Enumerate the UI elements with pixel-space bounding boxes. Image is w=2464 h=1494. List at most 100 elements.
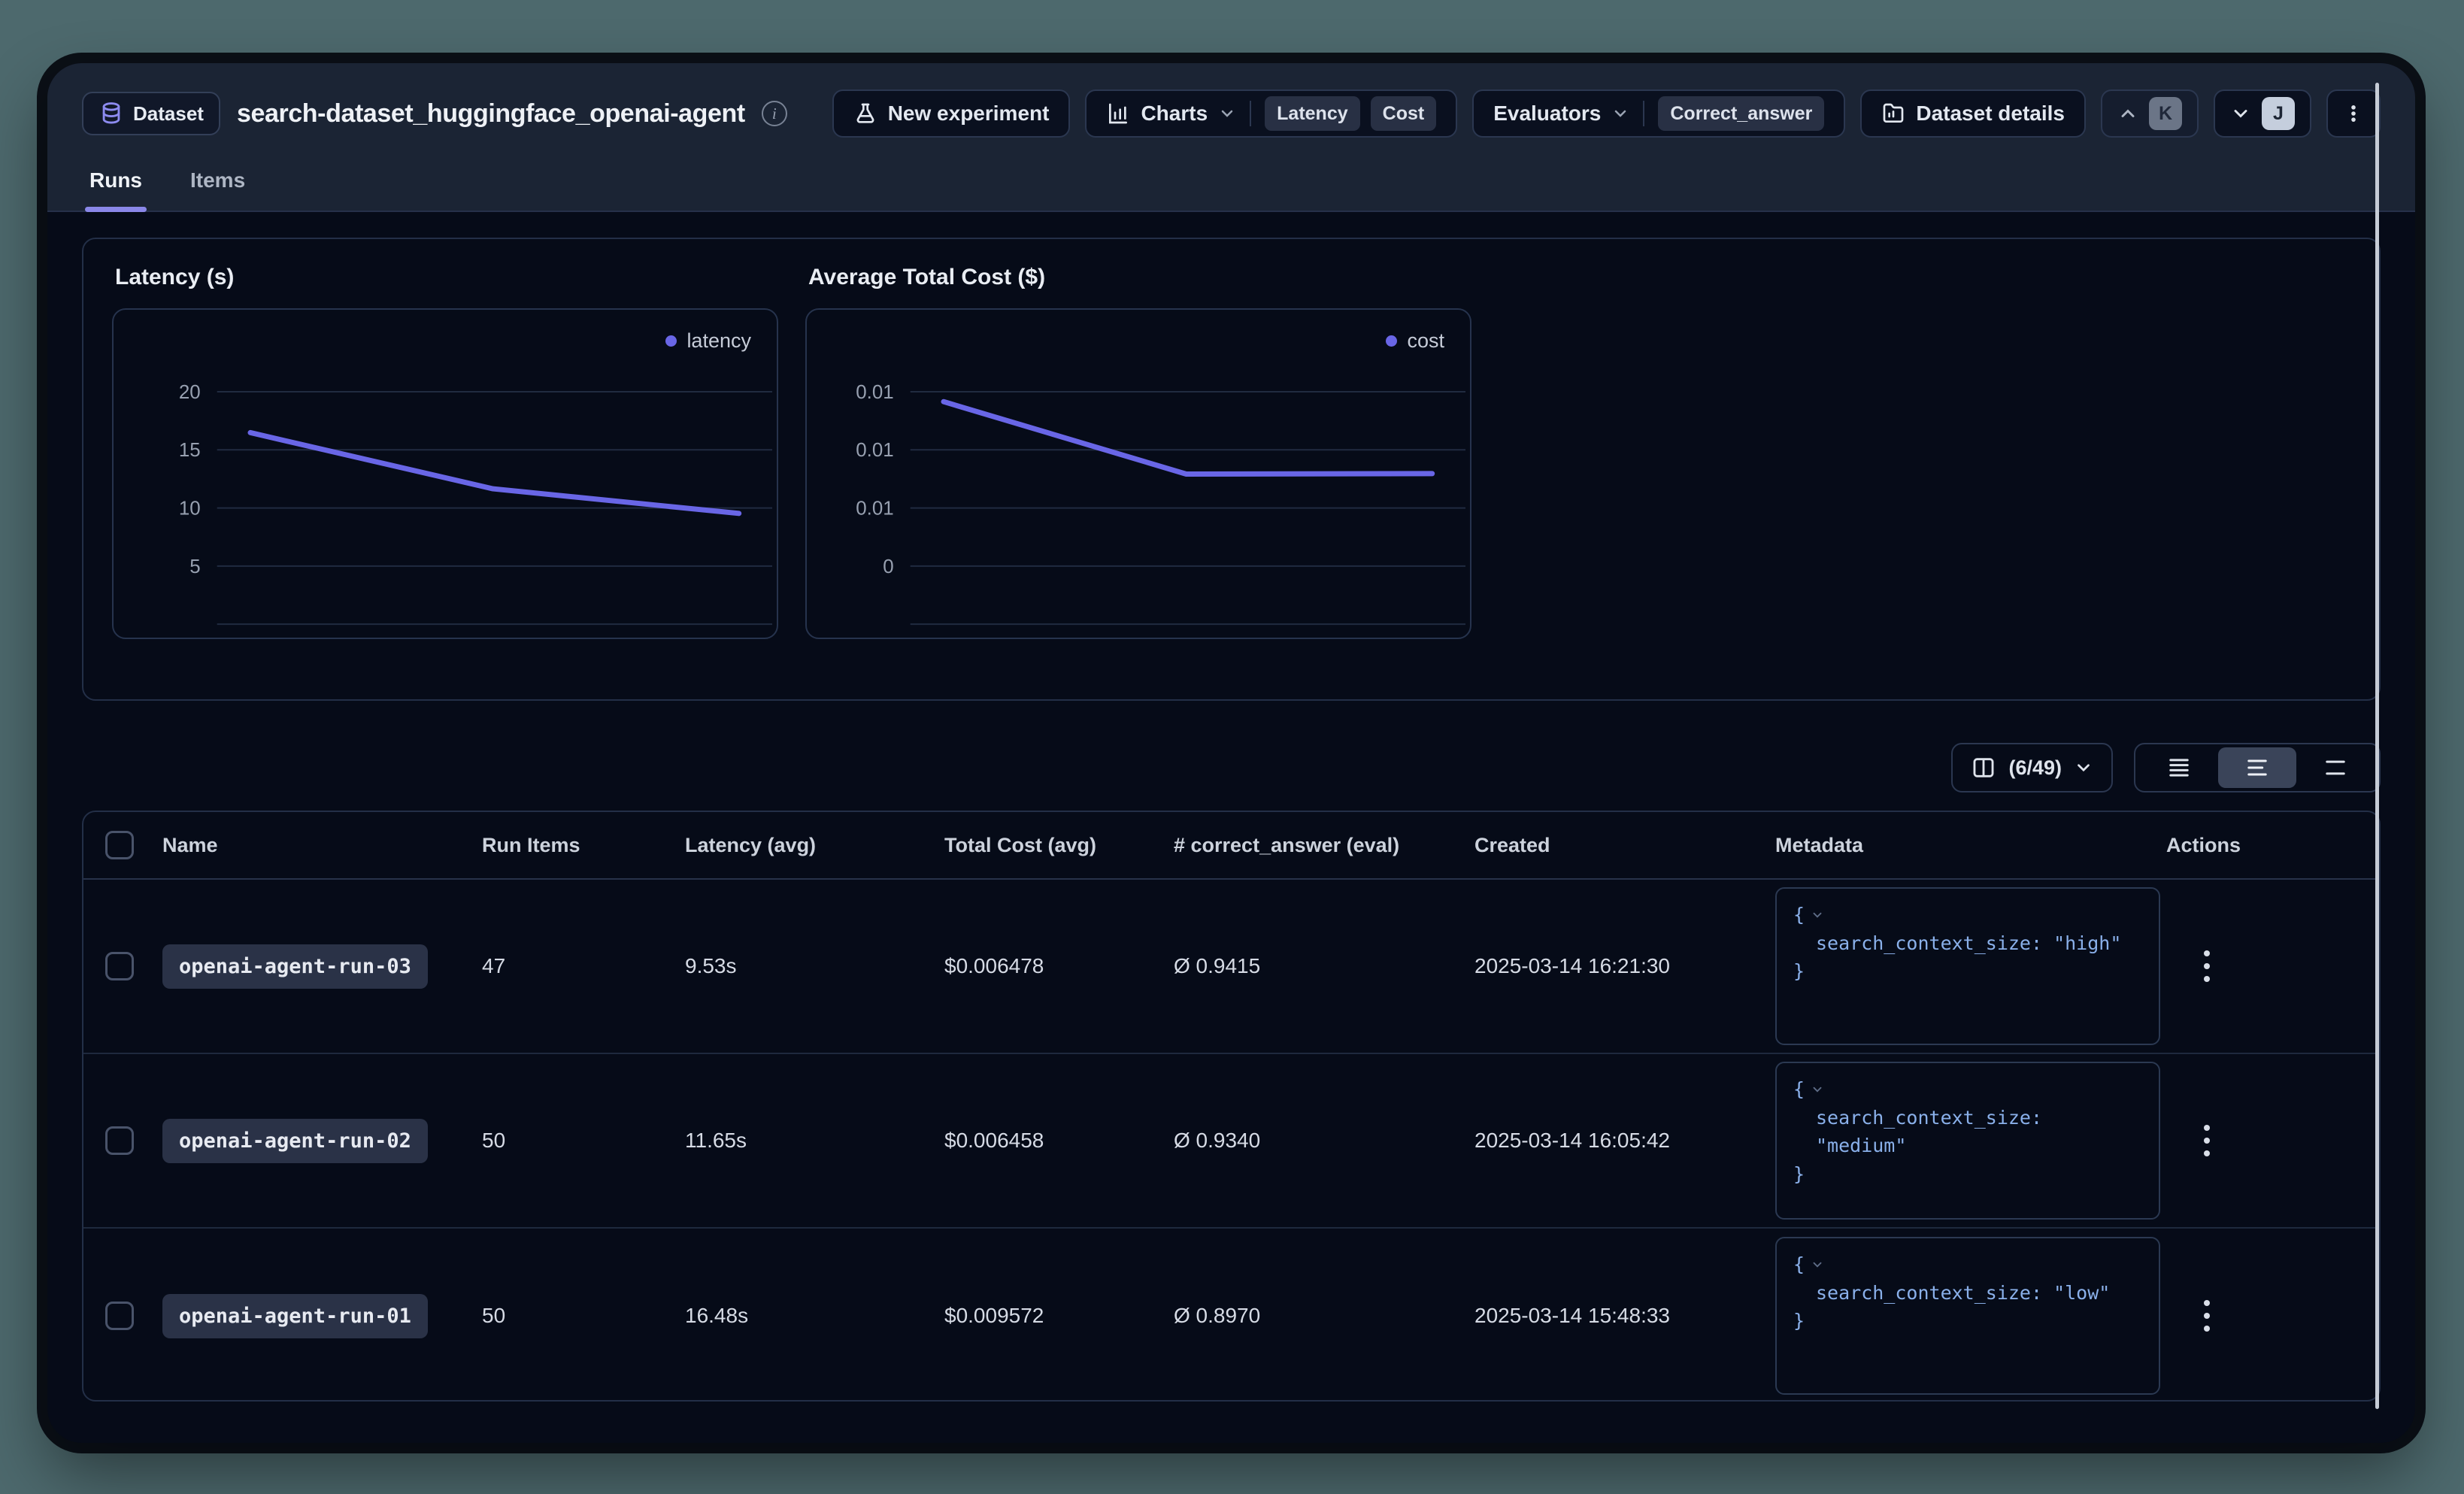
charts-dropdown-label: Charts <box>1141 102 1208 126</box>
cost-chart-title: Average Total Cost ($) <box>808 265 1471 290</box>
next-run-button[interactable]: J <box>2214 89 2311 138</box>
collapse-chevron-icon[interactable] <box>1811 1258 1824 1271</box>
legend-label: cost <box>1407 329 1444 353</box>
chevron-up-icon <box>2117 103 2138 124</box>
row-checkbox[interactable] <box>105 952 134 980</box>
header-bar: Dataset search-dataset_huggingface_opena… <box>47 63 2415 212</box>
metadata-entry: search_context_size: "low" <box>1816 1279 2110 1308</box>
tab-items[interactable]: Items <box>186 161 250 211</box>
divider <box>1250 101 1251 126</box>
total-cost-value: $0.006478 <box>937 954 1166 978</box>
run-items-value: 50 <box>474 1304 677 1328</box>
evaluators-control[interactable]: Evaluators Correct_answer <box>1472 89 1845 138</box>
chevron-down-icon <box>1611 105 1629 123</box>
collapse-chevron-icon[interactable] <box>1811 908 1824 922</box>
select-all-checkbox[interactable] <box>105 831 134 859</box>
chevron-down-icon <box>1218 105 1236 123</box>
svg-text:0.01: 0.01 <box>856 499 893 520</box>
columns-icon <box>1971 755 1996 780</box>
latency-value: 16.48s <box>677 1304 937 1328</box>
scrollbar-thumb[interactable] <box>2375 83 2379 1409</box>
latency-chart-card: latency 2015105 <box>112 308 778 639</box>
rows-tall-icon <box>2322 754 2349 781</box>
legend-label: latency <box>686 329 751 353</box>
charts-panel: Latency (s) latency 2015105 Average Tota… <box>82 238 2381 701</box>
prev-run-button[interactable]: K <box>2101 89 2199 138</box>
runs-table: Name Run Items Latency (avg) Total Cost … <box>82 811 2381 1402</box>
column-header-name[interactable]: Name <box>155 834 474 857</box>
dataset-details-button[interactable]: Dataset details <box>1860 89 2086 138</box>
created-value: 2025-03-14 16:21:30 <box>1467 954 1768 978</box>
info-icon[interactable]: i <box>762 101 787 126</box>
column-header-metadata[interactable]: Metadata <box>1768 834 2159 857</box>
bar-chart-icon <box>1106 102 1130 126</box>
column-header-latency[interactable]: Latency (avg) <box>677 834 937 857</box>
correct-answer-value: Ø 0.9415 <box>1166 954 1467 978</box>
chart-pill-cost[interactable]: Cost <box>1371 96 1437 131</box>
cost-chart-card: cost 0.010.010.010 <box>805 308 1471 639</box>
header-menu-button[interactable] <box>2326 89 2381 138</box>
metadata-json[interactable]: { search_context_size: "medium" } <box>1775 1062 2160 1220</box>
row-actions-button[interactable] <box>2193 940 2220 992</box>
toolbar: Dataset search-dataset_huggingface_opena… <box>82 86 2381 141</box>
latency-legend: latency <box>665 329 751 353</box>
charts-control[interactable]: Charts Latency Cost <box>1085 89 1457 138</box>
column-header-total-cost[interactable]: Total Cost (avg) <box>937 834 1166 857</box>
cost-legend: cost <box>1386 329 1444 353</box>
tab-runs-label: Runs <box>89 168 142 192</box>
row-actions-button[interactable] <box>2193 1114 2220 1167</box>
run-items-value: 47 <box>474 954 677 978</box>
dataset-badge-label: Dataset <box>133 102 204 126</box>
json-brace-open: { <box>1793 1075 1805 1104</box>
metadata-json[interactable]: { search_context_size: "high" } <box>1775 887 2160 1045</box>
evaluator-pill-correct-answer[interactable]: Correct_answer <box>1658 96 1824 131</box>
column-header-actions: Actions <box>2159 834 2377 857</box>
run-name-link[interactable]: openai-agent-run-01 <box>162 1294 428 1338</box>
row-checkbox[interactable] <box>105 1302 134 1330</box>
tab-bar: Runs Items <box>82 161 2381 211</box>
new-experiment-label: New experiment <box>888 102 1050 126</box>
table-header-row: Name Run Items Latency (avg) Total Cost … <box>83 812 2379 880</box>
latency-line-chart: 2015105 <box>114 310 777 638</box>
table-row[interactable]: openai-agent-run-03 47 9.53s $0.006478 Ø… <box>83 880 2379 1054</box>
density-medium-button[interactable] <box>2218 747 2296 788</box>
density-tall-button[interactable] <box>2296 747 2375 788</box>
dataset-type-badge: Dataset <box>82 92 220 135</box>
new-experiment-button[interactable]: New experiment <box>832 89 1071 138</box>
total-cost-value: $0.009572 <box>937 1304 1166 1328</box>
created-value: 2025-03-14 15:48:33 <box>1467 1304 1768 1328</box>
kebab-menu-icon <box>2343 103 2364 124</box>
json-brace-open: { <box>1793 901 1805 929</box>
tab-runs[interactable]: Runs <box>85 161 147 211</box>
collapse-chevron-icon[interactable] <box>1811 1083 1824 1096</box>
metadata-json[interactable]: { search_context_size: "low" } <box>1775 1237 2160 1395</box>
dataset-details-label: Dataset details <box>1916 102 2065 126</box>
column-header-correct-answer[interactable]: # correct_answer (eval) <box>1166 834 1467 857</box>
svg-text:5: 5 <box>189 556 200 577</box>
row-height-toggle <box>2134 743 2381 792</box>
svg-text:0: 0 <box>883 556 893 577</box>
run-items-value: 50 <box>474 1129 677 1153</box>
column-selector-button[interactable]: (6/49) <box>1951 743 2113 792</box>
svg-text:0.01: 0.01 <box>856 440 893 461</box>
run-name-link[interactable]: openai-agent-run-02 <box>162 1119 428 1163</box>
svg-text:15: 15 <box>179 440 201 461</box>
app-window: Dataset search-dataset_huggingface_opena… <box>47 63 2415 1443</box>
cost-line-chart: 0.010.010.010 <box>807 310 1470 638</box>
run-name-link[interactable]: openai-agent-run-03 <box>162 944 428 989</box>
rows-medium-icon <box>2244 754 2271 781</box>
table-row[interactable]: openai-agent-run-02 50 11.65s $0.006458 … <box>83 1054 2379 1229</box>
chart-pill-latency[interactable]: Latency <box>1265 96 1359 131</box>
column-header-created[interactable]: Created <box>1467 834 1768 857</box>
row-actions-button[interactable] <box>2193 1289 2220 1342</box>
toolbar-left: Dataset search-dataset_huggingface_opena… <box>82 92 787 135</box>
density-compact-button[interactable] <box>2140 747 2218 788</box>
row-checkbox[interactable] <box>105 1126 134 1155</box>
latency-value: 9.53s <box>677 954 937 978</box>
table-controls: (6/49) <box>82 743 2381 792</box>
column-header-run-items[interactable]: Run Items <box>474 834 677 857</box>
table-row[interactable]: openai-agent-run-01 50 16.48s $0.009572 … <box>83 1229 2379 1402</box>
chevron-down-icon <box>2230 103 2251 124</box>
svg-text:20: 20 <box>179 382 201 403</box>
rows-compact-icon <box>2165 754 2193 781</box>
